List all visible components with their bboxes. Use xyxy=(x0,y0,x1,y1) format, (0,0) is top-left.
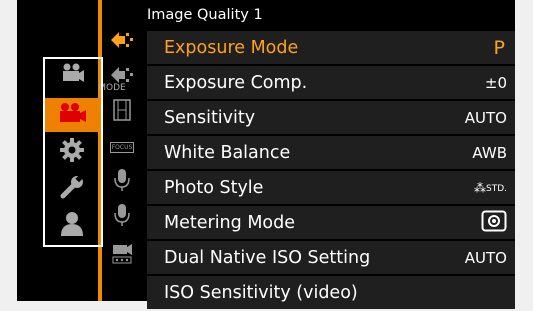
tab-audio-2[interactable] xyxy=(105,202,139,232)
focus-icon: FOCUS xyxy=(109,141,135,153)
menu-row-label: Exposure Comp. xyxy=(164,72,308,93)
menu-row-photo-style[interactable]: Photo Style ⁂ STD. xyxy=(147,171,515,204)
image-quality-tab-icon-2 xyxy=(111,65,133,89)
tab-image-quality-2[interactable] xyxy=(105,62,139,92)
sparkle-icon: ⁂ xyxy=(473,180,486,195)
camera-rig-icon xyxy=(111,241,133,269)
film-icon xyxy=(113,99,131,125)
menu-row-white-balance[interactable]: White Balance AWB xyxy=(147,136,515,169)
menu-row-sensitivity[interactable]: Sensitivity AUTO xyxy=(147,101,515,134)
menu-row-value: P xyxy=(493,36,505,59)
menu-row-iso-sensitivity-video[interactable]: ISO Sensitivity (video) xyxy=(147,276,515,309)
menu-row-value: AUTO xyxy=(464,248,507,267)
menu-row-label: Metering Mode xyxy=(164,212,295,233)
menu-row-label: Dual Native ISO Setting xyxy=(164,247,371,268)
photo-style-std-label: STD. xyxy=(485,183,507,194)
microphone-icon-2 xyxy=(114,203,130,231)
menu-row-value: AWB xyxy=(472,143,507,162)
metering-mode-icon xyxy=(481,210,515,236)
menu-row-label: ISO Sensitivity (video) xyxy=(164,282,358,303)
menu-list: Exposure Mode P Exposure Comp. ±0 Sensit… xyxy=(147,31,515,311)
menu-row-value: ±0 xyxy=(484,73,507,92)
menu-row-label: White Balance xyxy=(164,142,291,163)
menu-row-dual-native-iso[interactable]: Dual Native ISO Setting AUTO xyxy=(147,241,515,274)
menu-row-metering-mode[interactable]: Metering Mode xyxy=(147,206,515,239)
menu-row-exposure-comp[interactable]: Exposure Comp. ±0 xyxy=(147,66,515,99)
page-title: Image Quality 1 xyxy=(147,7,263,23)
tab-image-quality-1[interactable] xyxy=(105,27,139,57)
image-quality-tab-icon xyxy=(111,30,133,54)
menu-row-exposure-mode[interactable]: Exposure Mode P xyxy=(147,31,515,64)
tab-audio-1[interactable] xyxy=(105,167,139,197)
menu-row-label: Photo Style xyxy=(164,177,264,198)
menu-row-label: Exposure Mode xyxy=(164,37,299,58)
category-selection-frame xyxy=(43,57,103,247)
microphone-icon xyxy=(114,168,130,196)
menu-row-label: Sensitivity xyxy=(164,107,256,128)
menu-row-value: AUTO xyxy=(464,108,507,127)
photo-style-value: ⁂ STD. xyxy=(474,182,515,194)
tab-focus[interactable]: FOCUS xyxy=(105,132,139,162)
tab-camera-rig[interactable] xyxy=(105,240,139,270)
tab-film[interactable] xyxy=(105,97,139,127)
